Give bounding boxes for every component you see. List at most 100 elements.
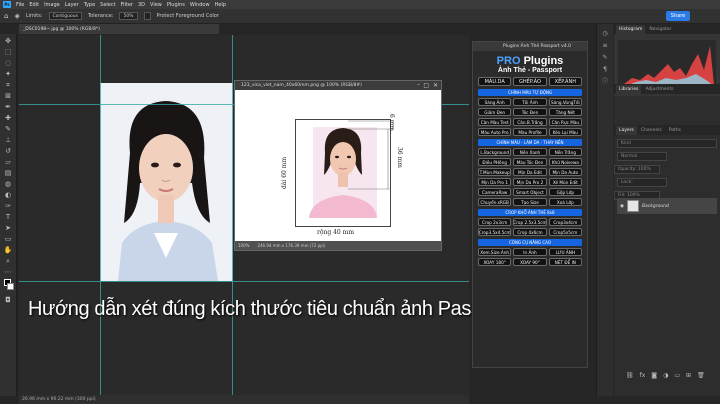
hand-tool-icon[interactable]: ✋ xyxy=(4,246,13,254)
plugin-button[interactable]: NÉT ĐỂ IN xyxy=(548,258,582,266)
plugin-button[interactable]: Màu Auto Pro xyxy=(478,128,512,136)
move-tool-icon[interactable]: ✥ xyxy=(4,37,13,45)
blend-mode-select[interactable]: Normal xyxy=(617,152,667,161)
plugin-button[interactable]: Crop 2.5x3.5cm xyxy=(513,218,547,226)
kind-filter[interactable]: Kind xyxy=(617,139,717,148)
plugin-button[interactable]: XOAY 90° xyxy=(513,258,547,266)
plugin-button[interactable]: Giảm Đen xyxy=(478,108,512,116)
history-icon[interactable]: ◷ xyxy=(601,30,610,38)
plugin-button[interactable]: In Ảnh xyxy=(513,248,547,256)
brush-tool-icon[interactable]: ✎ xyxy=(4,125,13,133)
menu-window[interactable]: Window xyxy=(190,2,210,8)
crop-tool-icon[interactable]: ⌗ xyxy=(4,81,13,89)
plugin-button[interactable]: Mịn Da Auto xyxy=(548,168,582,176)
info-icon[interactable]: ⓘ xyxy=(601,78,610,86)
zoom-tool-icon[interactable]: ⌕ xyxy=(4,257,13,265)
share-button[interactable]: Share xyxy=(666,11,690,21)
subwindow-zoom[interactable]: 100% xyxy=(238,243,249,248)
mau-da-button[interactable]: MÀU.DA xyxy=(478,77,512,86)
mask-icon[interactable]: ◙ xyxy=(651,372,657,379)
home-icon[interactable]: ⌂ xyxy=(4,12,8,20)
plugin-button[interactable]: Cân Màu Test xyxy=(478,118,512,126)
plugin-button[interactable]: Sáng.VùngTối xyxy=(548,98,582,106)
plugin-button[interactable]: Tối Ảnh xyxy=(513,98,547,106)
plugin-button[interactable]: Kéo Lại Màu xyxy=(548,128,582,136)
magic-wand-icon[interactable]: ✦ xyxy=(4,70,13,78)
plugin-button[interactable]: Crop 4x6cm xyxy=(513,228,547,236)
menu-view[interactable]: View xyxy=(150,2,162,8)
ghep-ao-button[interactable]: GHÉP.ÁO xyxy=(513,77,547,86)
menu-type[interactable]: Type xyxy=(84,2,95,8)
maximize-icon[interactable]: □ xyxy=(423,82,429,89)
color-swatches-icon[interactable] xyxy=(3,279,14,293)
paragraph-icon[interactable]: ¶ xyxy=(601,66,610,74)
plugin-button[interactable]: Cân.B.Trắng xyxy=(513,118,547,126)
plugin-button[interactable]: Crop5x5cm xyxy=(548,228,582,236)
xep-anh-button[interactable]: XẾP.ẢNH xyxy=(548,77,582,86)
healing-brush-icon[interactable]: ✚ xyxy=(4,114,13,122)
plugin-button[interactable]: T.Mùn.Makeup xyxy=(478,168,512,176)
tab-histogram[interactable]: Histogram xyxy=(616,25,646,34)
frame-tool-icon[interactable]: ⊠ xyxy=(4,92,13,100)
plugin-button[interactable]: Màu Profile xyxy=(513,128,547,136)
protect-checkbox[interactable] xyxy=(143,12,151,20)
subwindow-title[interactable]: 123_visa_viet_nam_40x60mm.png @ 100% (RG… xyxy=(235,81,441,90)
plugin-button[interactable]: Mịn Da Pro 2 xyxy=(513,178,547,186)
document-tab[interactable]: _DSC0198~.jpg @ 100% (RGB/8*) xyxy=(19,24,219,34)
history-brush-icon[interactable]: ↺ xyxy=(4,147,13,155)
plugin-button[interactable]: Mịn Da Pro 1 xyxy=(478,178,512,186)
dodge-tool-icon[interactable]: ◐ xyxy=(4,191,13,199)
type-tool-icon[interactable]: T xyxy=(4,213,13,221)
plugin-button[interactable]: Tăng Nét xyxy=(548,108,582,116)
plugin-button[interactable]: Gộp Lớp xyxy=(548,188,582,196)
menu-help[interactable]: Help xyxy=(215,2,226,8)
more-tools-icon[interactable]: ⋯ xyxy=(4,268,13,276)
eraser-icon[interactable]: ▱ xyxy=(4,158,13,166)
plugin-button[interactable]: L.Background xyxy=(478,148,512,156)
tab-adjustments[interactable]: Adjustments xyxy=(642,85,676,94)
menu-select[interactable]: Select xyxy=(100,2,115,8)
menu-filter[interactable]: Filter xyxy=(121,2,133,8)
visibility-eye-icon[interactable]: ◉ xyxy=(620,204,624,209)
adjustment-icon[interactable]: ◑ xyxy=(663,372,668,379)
plugin-button[interactable]: Crop3x4cm xyxy=(548,218,582,226)
pen-tool-icon[interactable]: ✑ xyxy=(4,202,13,210)
plugin-button[interactable]: Căn Rực Màu xyxy=(548,118,582,126)
layer-name[interactable]: Background xyxy=(642,204,669,209)
plugin-button[interactable]: Smart Object xyxy=(513,188,547,196)
menu-plugins[interactable]: Plugins xyxy=(167,2,185,8)
plugin-button[interactable]: Khử Noisewa xyxy=(548,158,582,166)
plugin-button[interactable]: XOAY 180° xyxy=(478,258,512,266)
properties-icon[interactable]: ≡ xyxy=(601,42,610,50)
limits-select[interactable]: Contiguous xyxy=(48,12,82,20)
plugin-button[interactable]: Xoá Lớp xyxy=(548,198,582,206)
link-icon[interactable]: ⛓ xyxy=(626,372,634,379)
tolerance-input[interactable]: 50% xyxy=(119,12,138,20)
menu-file[interactable]: File xyxy=(16,2,24,8)
plugin-button[interactable]: Nền Trắng xyxy=(548,148,582,156)
stamp-tool-icon[interactable]: ⊥ xyxy=(4,136,13,144)
opacity-field[interactable]: Opacity: 100% xyxy=(614,165,660,174)
plugin-button[interactable]: Nền Xanh xyxy=(513,148,547,156)
passport-document-window[interactable]: 123_visa_viet_nam_40x60mm.png @ 100% (RG… xyxy=(234,80,442,251)
tab-navigator[interactable]: Navigator xyxy=(646,25,674,34)
menu-3d[interactable]: 3D xyxy=(138,2,145,8)
minimize-icon[interactable]: – xyxy=(417,81,420,88)
menu-edit[interactable]: Edit xyxy=(29,2,39,8)
plugin-button[interactable]: LƯU ẢNH xyxy=(548,248,582,256)
tab-channels[interactable]: Channels xyxy=(638,126,665,135)
path-select-icon[interactable]: ➤ xyxy=(4,224,13,232)
plugin-button[interactable]: Điều PHông xyxy=(478,158,512,166)
tab-paths[interactable]: Paths xyxy=(666,126,684,135)
new-layer-icon[interactable]: ⊞ xyxy=(686,372,691,379)
plugin-button[interactable]: Crop3.5x4.5cm xyxy=(478,228,512,236)
plugin-button[interactable]: Chuyển.sRGB xyxy=(478,198,512,206)
fx-icon[interactable]: fx xyxy=(640,372,646,379)
menu-image[interactable]: Image xyxy=(44,2,60,8)
rectangle-tool-icon[interactable]: ▭ xyxy=(4,235,13,243)
plugin-button[interactable]: Xem.Size.Ảnh xyxy=(478,248,512,256)
layer-background[interactable]: ◉ Background xyxy=(617,198,717,214)
close-icon[interactable]: ✕ xyxy=(433,82,438,89)
quick-mask-icon[interactable]: ◘ xyxy=(4,296,13,304)
plugin-button[interactable]: Mịn Da Edit xyxy=(513,168,547,176)
